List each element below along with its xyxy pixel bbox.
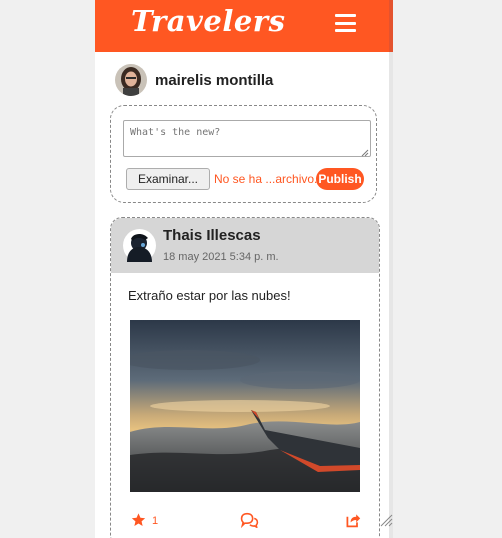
avatar[interactable] — [115, 64, 147, 96]
user-name[interactable]: mairelis montilla — [155, 72, 273, 89]
post-image[interactable] — [130, 320, 360, 492]
resize-grip-icon[interactable] — [361, 149, 369, 157]
file-status: No se ha ...archivo. — [214, 172, 318, 186]
post-header: Thais Illescas 18 may 2021 5:34 p. m. — [111, 218, 379, 273]
file-browse-button[interactable]: Examinar... — [126, 168, 210, 190]
brand-logo[interactable]: Travelers — [131, 4, 285, 38]
avatar[interactable] — [123, 229, 156, 262]
post-author[interactable]: Thais Illescas — [163, 227, 261, 244]
star-icon[interactable] — [130, 512, 147, 528]
navbar: Travelers — [95, 0, 389, 52]
window-resize-grip-icon[interactable] — [379, 513, 393, 527]
post-date: 18 may 2021 5:34 p. m. — [163, 251, 279, 263]
scrollbar-track[interactable] — [389, 52, 393, 538]
like-count: 1 — [152, 515, 159, 527]
comment-icon[interactable] — [240, 512, 259, 528]
app-viewport: Travelers mairelis montilla Examinar... … — [95, 0, 393, 538]
publish-button[interactable]: Publish — [316, 168, 364, 190]
hamburger-menu-icon[interactable] — [335, 14, 356, 32]
post-card: Thais Illescas 18 may 2021 5:34 p. m. Ex… — [110, 217, 380, 538]
post-actions: 1 — [111, 510, 379, 530]
share-icon[interactable] — [345, 512, 361, 528]
post-textarea[interactable] — [123, 120, 371, 157]
post-text: Extraño estar por las nubes! — [128, 288, 291, 303]
current-user: mairelis montilla — [115, 64, 273, 96]
scrollbar-thumb[interactable] — [389, 0, 393, 52]
post-composer: Examinar... No se ha ...archivo. Publish — [110, 105, 377, 203]
